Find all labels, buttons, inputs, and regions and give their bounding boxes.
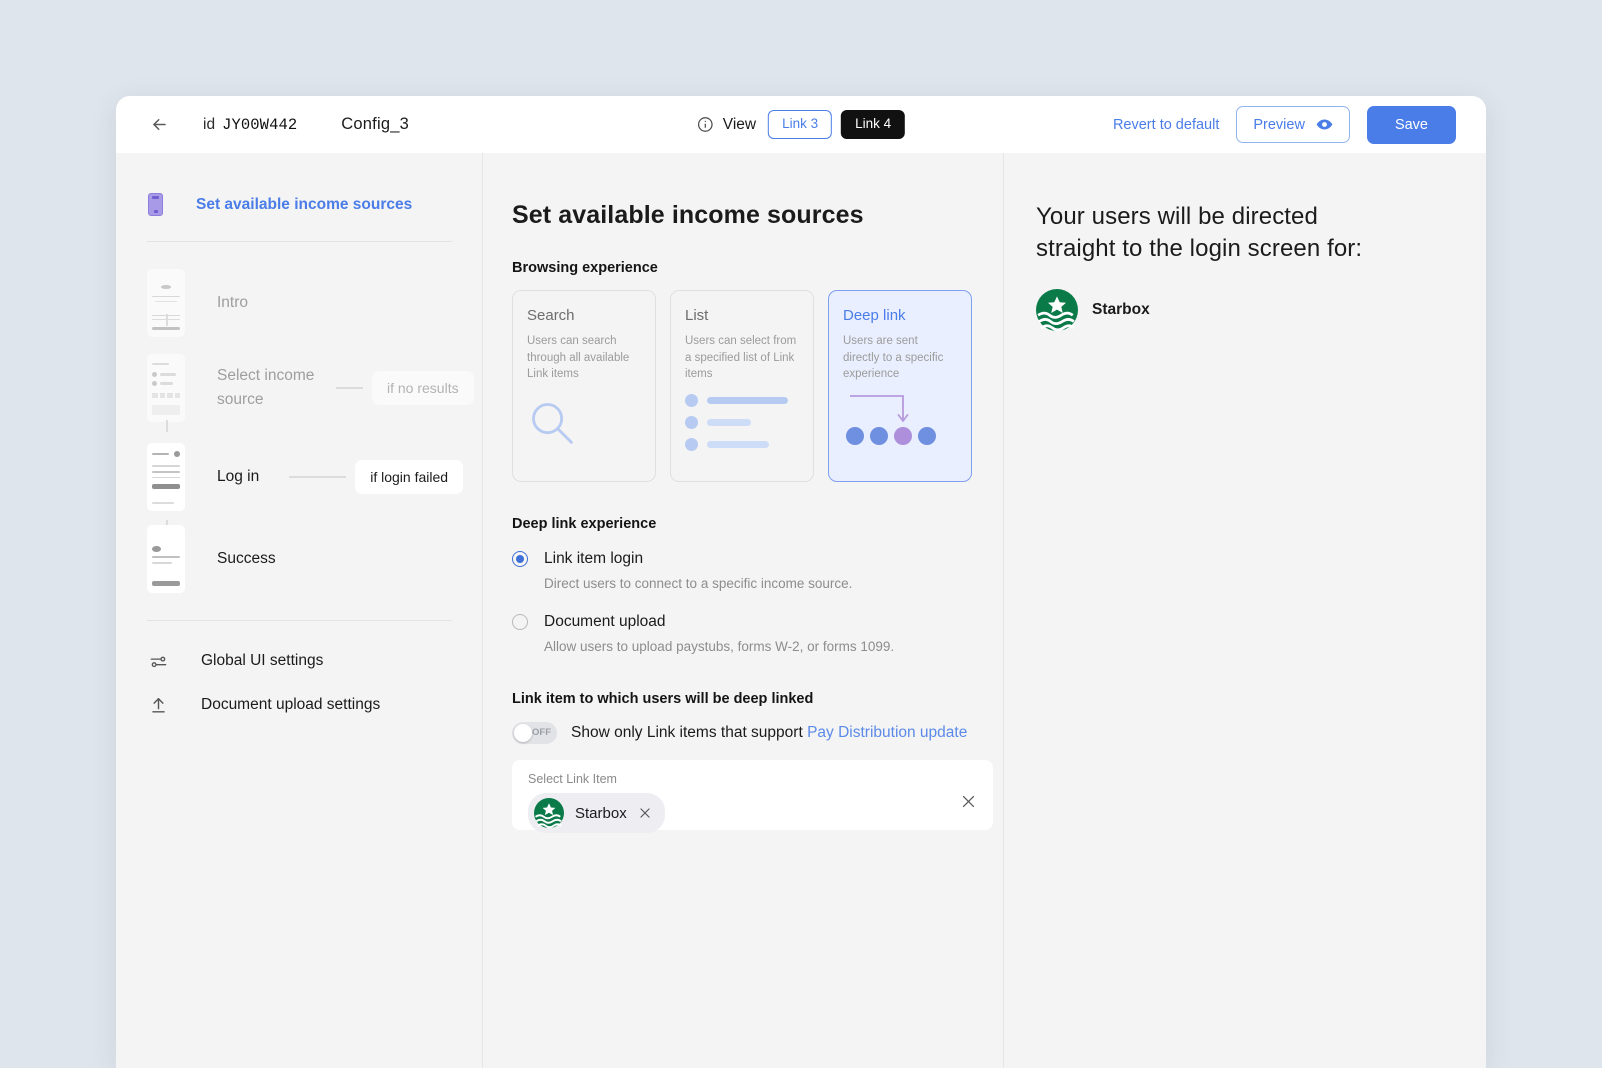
step-thumbnail: [147, 354, 185, 422]
info-circle-icon[interactable]: [697, 116, 714, 133]
select-link-item-caption: Select Link Item: [528, 772, 617, 786]
sidebar-flow-header[interactable]: Set available income sources: [116, 193, 482, 216]
starbox-logo: [534, 798, 564, 828]
card-title: Deep link: [843, 307, 906, 324]
sidebar-item-global-ui-settings[interactable]: Global UI settings: [116, 639, 482, 683]
radio-row-link-item-login[interactable]: Link item login: [512, 550, 1003, 568]
branch-connector: [336, 387, 363, 389]
flow-connector: [166, 314, 168, 326]
flow-step-label: Log in: [217, 468, 260, 485]
starbox-logo: [1036, 288, 1078, 331]
link-item-deep-link-label: Link item to which users will be deep li…: [512, 691, 814, 707]
pay-distribution-toggle[interactable]: OFF: [512, 722, 557, 744]
card-list[interactable]: List Users can select from a specified l…: [670, 290, 814, 482]
sidebar-flow-header-label: Set available income sources: [196, 195, 413, 213]
page-title: Set available income sources: [512, 201, 864, 229]
option-link-item-login: Link item login Direct users to connect …: [512, 550, 1003, 591]
sliders-icon: [147, 652, 169, 671]
flow-step-label: Intro: [217, 294, 249, 311]
top-header-bar: id JY00W442 Config_3 View Link 3 Link 4 …: [116, 96, 1486, 153]
sidebar-settings-list: Global UI settings Document upload setti…: [116, 621, 482, 727]
revert-to-default-button[interactable]: Revert to default: [1113, 117, 1219, 133]
main-panel: Set available income sources Browsing ex…: [483, 153, 1004, 1068]
browsing-experience-cards: Search Users can search through all avai…: [512, 290, 1003, 482]
magnifier-icon: [527, 398, 579, 455]
step-thumbnail: [147, 269, 185, 337]
close-icon[interactable]: [638, 806, 652, 820]
flow-step-select-income-source[interactable]: Select income source if no results: [116, 342, 482, 434]
card-search[interactable]: Search Users can search through all avai…: [512, 290, 656, 482]
flow-connector: [166, 420, 168, 432]
deep-link-experience-label: Deep link experience: [512, 516, 657, 532]
deep-link-experience-options: Link item login Direct users to connect …: [512, 550, 1003, 654]
card-description: Users can select from a specified list o…: [685, 335, 797, 381]
pay-distribution-update-link[interactable]: Pay Distribution update: [807, 724, 967, 741]
card-description: Users are sent directly to a specific ex…: [843, 335, 944, 381]
sidebar-item-label: Global UI settings: [201, 652, 324, 669]
toggle-description: Show only Link items that support Pay Di…: [571, 724, 967, 742]
tab-link-3[interactable]: Link 3: [768, 110, 833, 139]
radio-button[interactable]: [512, 551, 528, 567]
flow-step-label: Select income source: [217, 366, 315, 408]
preview-button-label: Preview: [1253, 116, 1305, 133]
option-document-upload: Document upload Allow users to upload pa…: [512, 613, 1003, 654]
toggle-state-label: OFF: [532, 727, 551, 738]
flow-step-log-in[interactable]: Log in if login failed: [116, 434, 482, 520]
radio-help-text: Direct users to connect to a specific in…: [544, 576, 853, 591]
flow-steps: Intro Select income source if no results…: [116, 242, 482, 598]
config-name: Config_3: [341, 115, 409, 133]
radio-label: Document upload: [544, 613, 666, 630]
step-thumbnail: [147, 525, 185, 593]
flow-branch: if no results: [336, 371, 474, 405]
toggle-description-text: Show only Link items that support: [571, 724, 808, 741]
card-title: List: [685, 307, 709, 324]
save-button[interactable]: Save: [1366, 105, 1456, 144]
sidebar-item-label: Document upload settings: [201, 696, 381, 713]
close-icon[interactable]: [960, 793, 977, 810]
upload-icon: [147, 696, 169, 715]
selected-link-item-name: Starbox: [575, 804, 627, 822]
radio-row-document-upload[interactable]: Document upload: [512, 613, 1003, 631]
header-actions: Revert to default Preview Save: [1113, 105, 1456, 144]
card-description: Users can search through all available L…: [527, 335, 630, 381]
select-link-item-box[interactable]: Select Link Item Starbox: [512, 760, 993, 833]
card-deep-link[interactable]: Deep link Users are sent directly to a s…: [828, 290, 972, 482]
preview-button[interactable]: Preview: [1236, 106, 1350, 143]
view-switcher: View Link 3 Link 4: [697, 110, 906, 139]
id-label: id: [203, 115, 216, 133]
app-body: Set available income sources Intro Selec…: [116, 153, 1486, 1068]
radio-help-text: Allow users to upload paystubs, forms W-…: [544, 639, 895, 654]
pay-distribution-filter-row: OFF Show only Link items that support Pa…: [512, 722, 1003, 744]
selected-link-item-token: Starbox: [528, 793, 665, 833]
app-window: id JY00W442 Config_3 View Link 3 Link 4 …: [116, 96, 1486, 1068]
view-label: View: [722, 115, 757, 133]
branch-chip-if-login-failed[interactable]: if login failed: [355, 460, 464, 494]
radio-label: Link item login: [544, 550, 644, 567]
branch-chip-if-no-results[interactable]: if no results: [372, 371, 474, 405]
flow-step-intro[interactable]: Intro: [116, 264, 482, 342]
preview-brand-name: Starbox: [1092, 300, 1150, 318]
flow-sidebar: Set available income sources Intro Selec…: [116, 153, 483, 1068]
mobile-phone-icon: [148, 193, 163, 216]
preview-brand-row: Starbox: [1036, 288, 1486, 331]
sidebar-item-document-upload-settings[interactable]: Document upload settings: [116, 683, 482, 727]
config-id-value: JY00W442: [222, 115, 298, 134]
preview-info-title: Your users will be directed straight to …: [1036, 203, 1363, 262]
list-icon: [685, 394, 788, 451]
back-button[interactable]: [144, 110, 174, 140]
flow-branch: if login failed: [289, 460, 464, 494]
eye-icon: [1316, 116, 1333, 133]
toggle-knob: [514, 724, 532, 742]
step-thumbnail: [147, 443, 185, 511]
flow-step-label: Success: [217, 550, 276, 567]
branch-connector: [289, 476, 347, 478]
card-title: Search: [527, 307, 575, 324]
flow-step-success[interactable]: Success: [116, 520, 482, 598]
radio-button[interactable]: [512, 614, 528, 630]
browsing-experience-label: Browsing experience: [512, 260, 658, 276]
tab-link-4[interactable]: Link 4: [841, 110, 906, 139]
deeplink-arrow-dots-icon: [845, 390, 943, 453]
preview-info-panel: Your users will be directed straight to …: [1004, 153, 1486, 1068]
